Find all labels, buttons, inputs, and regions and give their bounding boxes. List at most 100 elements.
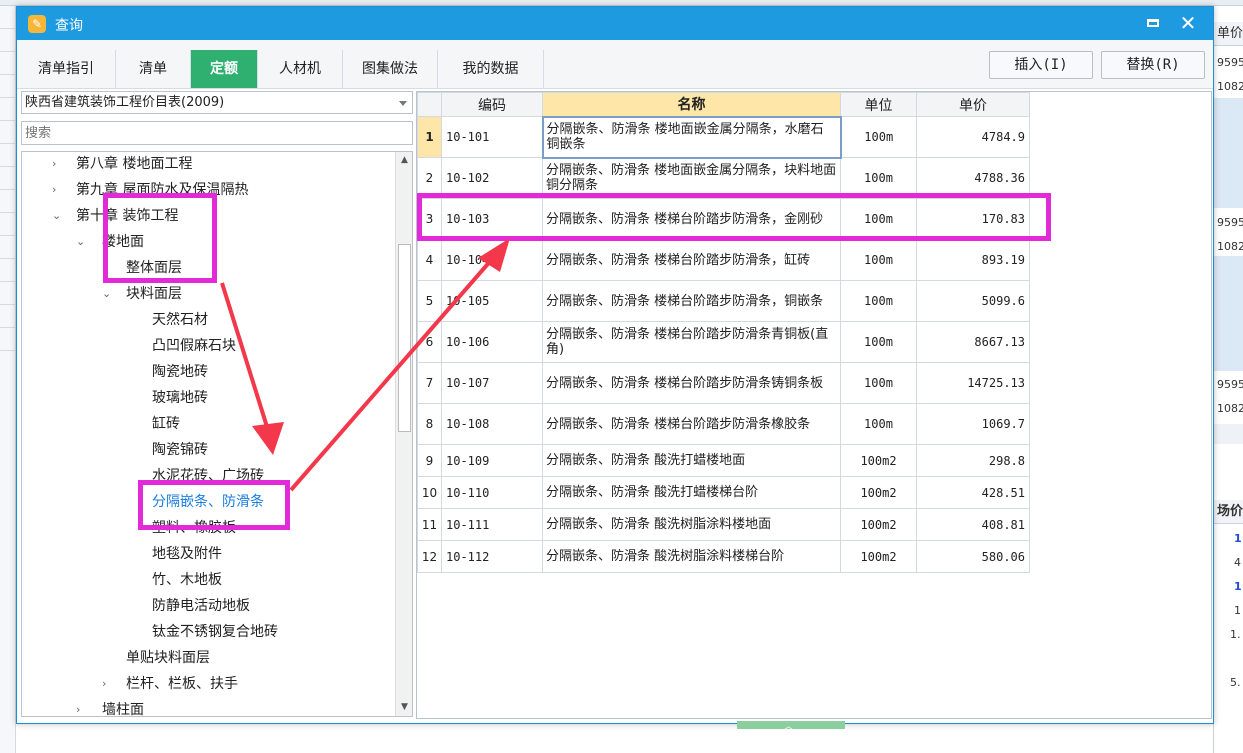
chevron-right-icon[interactable]: › bbox=[52, 178, 56, 202]
price-cell[interactable]: 428.51 bbox=[916, 476, 1030, 509]
tab-bill-guide[interactable]: 清单指引 bbox=[17, 50, 116, 88]
unit-cell[interactable]: 100m bbox=[840, 403, 917, 445]
tab-atlas-method[interactable]: 图集做法 bbox=[343, 50, 438, 88]
column-header-code[interactable]: 编码 bbox=[441, 92, 543, 117]
row-index-cell[interactable]: 7 bbox=[417, 362, 442, 404]
table-row[interactable]: 8 10-108 分隔嵌条、防滑条 楼梯台阶踏步防滑条橡胶条 100m 1069.7 bbox=[417, 403, 1030, 445]
name-cell[interactable]: 分隔嵌条、防滑条 酸洗打蜡楼地面 bbox=[542, 444, 841, 477]
table-row[interactable]: 4 10-104 分隔嵌条、防滑条 楼梯台阶踏步防滑条，缸砖 100m 893.19 bbox=[417, 239, 1030, 281]
chevron-down-icon[interactable]: ⌄ bbox=[102, 282, 111, 306]
code-cell[interactable]: 10-101 bbox=[441, 116, 543, 158]
tree-node[interactable]: ⌄ 块料面层 bbox=[22, 282, 392, 306]
dialog-titlebar[interactable]: ✎ 查询 ✕ bbox=[17, 7, 1213, 40]
name-cell[interactable]: 分隔嵌条、防滑条 楼梯台阶踏步防滑条铸铜条板 bbox=[542, 362, 841, 404]
tab-bill[interactable]: 清单 bbox=[116, 50, 191, 88]
scroll-down-icon[interactable]: ▼ bbox=[396, 699, 412, 716]
tree-node[interactable]: 天然石材 bbox=[22, 308, 392, 332]
unit-cell[interactable]: 100m2 bbox=[840, 540, 917, 573]
price-cell[interactable]: 298.8 bbox=[916, 444, 1030, 477]
unit-cell[interactable]: 100m bbox=[840, 362, 917, 404]
table-row[interactable]: 1 10-101 分隔嵌条、防滑条 楼地面嵌金属分隔条，水磨石铜嵌条 100m 4784… bbox=[417, 115, 1030, 159]
table-row[interactable]: 9 10-109 分隔嵌条、防滑条 酸洗打蜡楼地面 100m2 298.8 bbox=[417, 444, 1030, 477]
tree-node[interactable]: 玻璃地砖 bbox=[22, 386, 392, 410]
code-cell[interactable]: 10-110 bbox=[441, 476, 543, 509]
tab-labor-material[interactable]: 人材机 bbox=[258, 50, 343, 88]
name-cell[interactable]: 分隔嵌条、防滑条 楼梯台阶踏步防滑条，铜嵌条 bbox=[542, 280, 841, 322]
price-cell[interactable]: 14725.13 bbox=[916, 362, 1030, 404]
code-cell[interactable]: 10-109 bbox=[441, 444, 543, 477]
tree-node[interactable]: 钛金不锈钢复合地砖 bbox=[22, 620, 392, 644]
price-cell[interactable]: 5099.6 bbox=[916, 280, 1030, 322]
price-cell[interactable]: 893.19 bbox=[916, 239, 1030, 281]
table-row[interactable]: 10 10-110 分隔嵌条、防滑条 酸洗打蜡楼梯台阶 100m2 428.51 bbox=[417, 476, 1030, 509]
chevron-right-icon[interactable]: › bbox=[52, 152, 56, 176]
close-icon[interactable]: ✕ bbox=[1177, 11, 1199, 35]
column-header-price[interactable]: 单价 bbox=[916, 92, 1030, 117]
row-index-cell[interactable]: 5 bbox=[417, 280, 442, 322]
column-header-unit[interactable]: 单位 bbox=[840, 92, 917, 117]
name-cell[interactable]: 分隔嵌条、防滑条 楼梯台阶踏步防滑条，缸砖 bbox=[542, 239, 841, 281]
row-index-cell[interactable]: 11 bbox=[417, 508, 442, 541]
chevron-down-icon[interactable]: ⌄ bbox=[76, 230, 85, 254]
code-cell[interactable]: 10-104 bbox=[441, 239, 543, 281]
table-row[interactable]: 12 10-112 分隔嵌条、防滑条 酸洗树脂涂料楼梯台阶 100m2 580.06 bbox=[417, 540, 1030, 573]
tree-node[interactable]: 防静电活动地板 bbox=[22, 594, 392, 618]
search-input[interactable] bbox=[21, 121, 413, 145]
tree-node[interactable]: 陶瓷地砖 bbox=[22, 360, 392, 384]
tree-node[interactable]: 陶瓷锦砖 bbox=[22, 438, 392, 462]
name-cell[interactable]: 分隔嵌条、防滑条 楼地面嵌金属分隔条，水磨石铜嵌条 bbox=[541, 115, 842, 159]
tree-node[interactable]: 竹、木地板 bbox=[22, 568, 392, 592]
unit-cell[interactable]: 100m2 bbox=[840, 444, 917, 477]
row-index-cell[interactable]: 9 bbox=[417, 444, 442, 477]
name-cell[interactable]: 分隔嵌条、防滑条 酸洗打蜡楼梯台阶 bbox=[542, 476, 841, 509]
tree-scrollbar[interactable]: ▲ ▼ bbox=[395, 152, 412, 716]
row-index-cell[interactable]: 6 bbox=[417, 321, 442, 363]
code-cell[interactable]: 10-106 bbox=[441, 321, 543, 363]
table-row[interactable]: 11 10-111 分隔嵌条、防滑条 酸洗树脂涂料楼地面 100m2 408.81 bbox=[417, 508, 1030, 541]
unit-cell[interactable]: 100m bbox=[840, 239, 917, 281]
maximize-icon[interactable] bbox=[1145, 16, 1161, 30]
tree-node[interactable]: › 栏杆、栏板、扶手 bbox=[22, 672, 392, 696]
name-cell[interactable]: 分隔嵌条、防滑条 酸洗树脂涂料楼地面 bbox=[542, 508, 841, 541]
name-cell[interactable]: 分隔嵌条、防滑条 楼梯台阶踏步防滑条橡胶条 bbox=[542, 403, 841, 445]
code-cell[interactable]: 10-111 bbox=[441, 508, 543, 541]
code-cell[interactable]: 10-112 bbox=[441, 540, 543, 573]
chevron-up-icon[interactable]: ︿ bbox=[784, 719, 793, 732]
unit-cell[interactable]: 100m bbox=[840, 116, 917, 158]
row-index-cell[interactable]: 4 bbox=[417, 239, 442, 281]
table-row[interactable]: 7 10-107 分隔嵌条、防滑条 楼梯台阶踏步防滑条铸铜条板 100m 14725.1… bbox=[417, 362, 1030, 404]
tree-node[interactable]: 缸砖 bbox=[22, 412, 392, 436]
library-select[interactable]: 陕西省建筑装饰工程价目表(2009) bbox=[21, 91, 413, 114]
code-cell[interactable]: 10-108 bbox=[441, 403, 543, 445]
name-cell[interactable]: 分隔嵌条、防滑条 酸洗树脂涂料楼梯台阶 bbox=[542, 540, 841, 573]
scroll-thumb[interactable] bbox=[398, 244, 411, 432]
tree-node[interactable]: › 墙柱面 bbox=[22, 698, 392, 716]
price-cell[interactable]: 408.81 bbox=[916, 508, 1030, 541]
unit-cell[interactable]: 100m2 bbox=[840, 476, 917, 509]
scroll-up-icon[interactable]: ▲ bbox=[396, 152, 412, 169]
row-index-cell[interactable]: 8 bbox=[417, 403, 442, 445]
unit-cell[interactable]: 100m2 bbox=[840, 508, 917, 541]
price-cell[interactable]: 8667.13 bbox=[916, 321, 1030, 363]
chevron-down-icon[interactable] bbox=[399, 101, 407, 106]
price-cell[interactable]: 580.06 bbox=[916, 540, 1030, 573]
code-cell[interactable]: 10-105 bbox=[441, 280, 543, 322]
table-row[interactable]: 6 10-106 分隔嵌条、防滑条 楼梯台阶踏步防滑条青铜板(直角) 100m 8667… bbox=[417, 321, 1030, 363]
price-cell[interactable]: 1069.7 bbox=[916, 403, 1030, 445]
unit-cell[interactable]: 100m bbox=[840, 321, 917, 363]
tree-node[interactable]: 凸凹假麻石块 bbox=[22, 334, 392, 358]
chevron-right-icon[interactable]: › bbox=[76, 698, 80, 716]
chevron-down-icon[interactable]: ⌄ bbox=[52, 204, 61, 228]
tree-node[interactable]: 地毯及附件 bbox=[22, 542, 392, 566]
unit-cell[interactable]: 100m bbox=[840, 280, 917, 322]
tree-node[interactable]: › 第八章 楼地面工程 bbox=[22, 152, 392, 176]
row-index-cell[interactable]: 1 bbox=[417, 116, 442, 158]
insert-button[interactable]: 插入(I) bbox=[989, 51, 1093, 79]
tab-quota[interactable]: 定额 bbox=[191, 50, 258, 88]
row-index-cell[interactable]: 10 bbox=[417, 476, 442, 509]
column-header-name[interactable]: 名称 bbox=[542, 92, 841, 117]
price-cell[interactable]: 4784.9 bbox=[916, 116, 1030, 158]
table-row[interactable]: 5 10-105 分隔嵌条、防滑条 楼梯台阶踏步防滑条，铜嵌条 100m 5099.6 bbox=[417, 280, 1030, 322]
tab-my-data[interactable]: 我的数据 bbox=[438, 50, 544, 88]
chevron-right-icon[interactable]: › bbox=[102, 672, 106, 696]
